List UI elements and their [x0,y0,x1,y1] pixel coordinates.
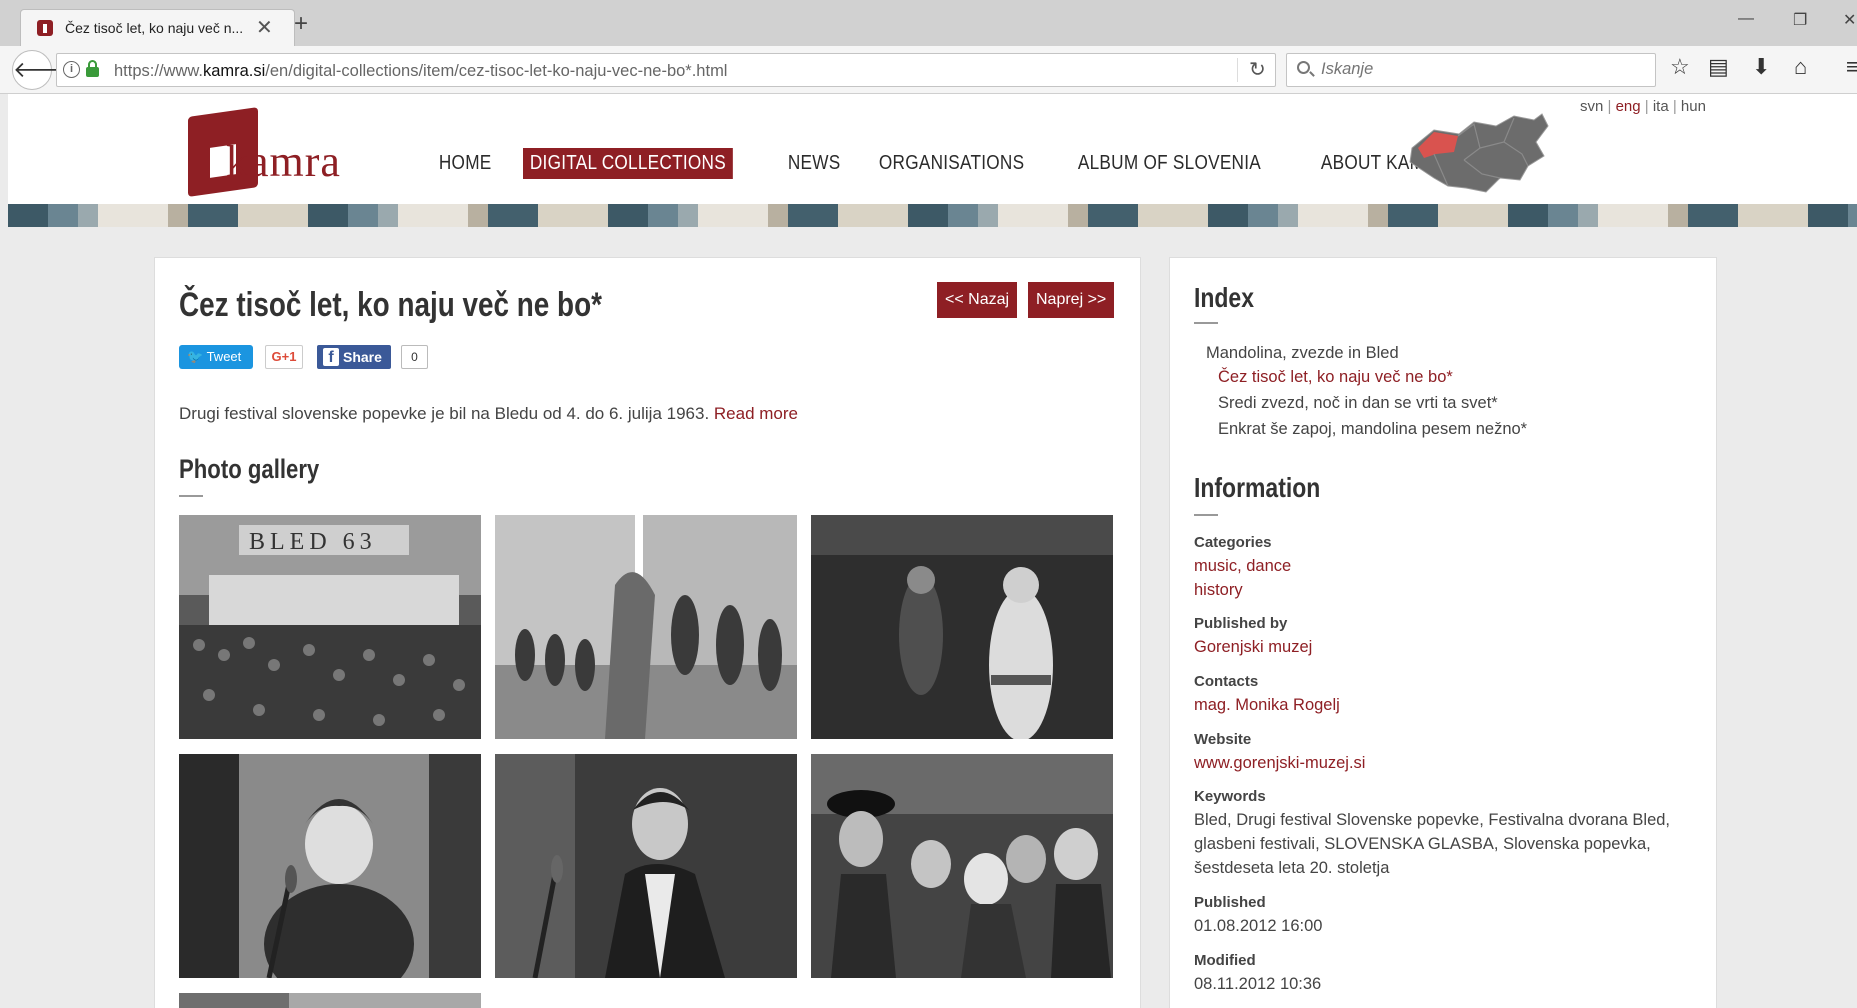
category-link[interactable]: history [1194,581,1243,600]
search-input[interactable] [1321,60,1641,79]
nav-home[interactable]: HOME [432,148,498,179]
website-link[interactable]: www.gorenjski-muzej.si [1194,754,1365,773]
main-navigation: HOME DIGITAL COLLECTIONS NEWS ORGANISATI… [432,148,1493,179]
published-date: 01.08.2012 16:00 [1194,917,1323,935]
lang-eng[interactable]: eng [1616,98,1641,115]
read-more-link[interactable]: Read more [714,404,798,423]
bookmark-star-icon[interactable]: ☆ [1670,56,1690,78]
kamra-favicon-icon [37,20,53,36]
previous-button[interactable]: << Nazaj [937,282,1018,318]
address-bar[interactable]: i https://www.kamra.si/en/digital-collec… [56,53,1276,87]
browser-toolbar: 🡐 i https://www.kamra.si/en/digital-coll… [0,46,1857,94]
modified-label: Modified [1194,952,1256,969]
intro-text: Drugi festival slovenske popevke je bil … [179,404,714,423]
bled-63-sign: BLED 63 [249,529,377,555]
index-item[interactable]: Sredi zvezd, noč in dan se vrti ta svet* [1218,394,1498,413]
index-item-current[interactable]: Čez tisoč let, ko naju več ne bo* [1218,368,1453,387]
lang-hun[interactable]: hun [1681,98,1706,115]
reload-icon[interactable]: ↻ [1249,57,1266,82]
categories-label: Categories [1194,534,1272,551]
nav-album-of-slovenia[interactable]: ALBUM OF SLOVENIA [1071,148,1268,179]
decorative-banner [8,204,1857,227]
heading-underline [179,495,203,497]
keywords-text: glasbeni festivali, SLOVENSKA GLASBA, Sl… [1194,835,1651,853]
tab-title: Čez tisoč let, ko naju več n... [65,20,244,36]
gallery-photo[interactable] [179,993,481,1008]
gallery-photo[interactable] [811,754,1113,978]
item-content-panel: Čez tisoč let, ko naju več ne bo* << Naz… [154,257,1141,1008]
tweet-button[interactable]: 🐦 Tweet [179,345,253,369]
facebook-share-button[interactable]: Share [317,345,391,369]
minimize-icon[interactable]: — [1738,10,1754,28]
gallery-photo[interactable] [179,754,481,978]
lang-svn[interactable]: svn [1580,98,1603,115]
heading-underline [1194,322,1218,324]
modified-date: 08.11.2012 10:36 [1194,975,1322,993]
keywords-text: Bled, Drugi festival Slovenske popevke, … [1194,811,1671,829]
language-switcher: svn | eng | ita | hun [1580,98,1706,115]
item-intro: Drugi festival slovenske popevke je bil … [179,404,798,424]
page-title: Čez tisoč let, ko naju več ne bo* [179,286,602,324]
url-divider [1237,58,1238,82]
keywords-label: Keywords [1194,788,1266,805]
logo-text: kamra [226,137,341,186]
gallery-heading: Photo gallery [179,454,320,484]
nav-organisations[interactable]: ORGANISATIONS [872,148,1031,179]
lock-icon [86,60,99,77]
publisher-link[interactable]: Gorenjski muzej [1194,638,1312,657]
information-heading: Information [1194,472,1321,503]
browser-tab[interactable]: Čez tisoč let, ko naju več n... ✕ [20,9,295,46]
download-icon[interactable]: ⬇ [1752,56,1770,78]
next-button[interactable]: Naprej >> [1028,282,1115,318]
search-icon [1297,61,1310,74]
menu-icon[interactable]: ≡ [1846,56,1857,78]
contacts-label: Contacts [1194,673,1259,690]
kamra-logo[interactable]: kamra [180,107,360,197]
restore-icon[interactable]: ❐ [1793,10,1807,30]
site-header: kamra HOME DIGITAL COLLECTIONS NEWS ORGA… [8,94,1857,204]
nav-news[interactable]: NEWS [781,148,847,179]
keywords-text: šestdeseta leta 20. stoletja [1194,859,1390,877]
lang-ita[interactable]: ita [1653,98,1669,115]
website-label: Website [1194,731,1252,748]
bookmarks-library-icon[interactable]: ▤ [1708,56,1729,78]
browser-search-box[interactable] [1286,53,1656,87]
gallery-photo[interactable] [495,754,797,978]
new-tab-icon[interactable]: + [294,12,308,36]
index-item[interactable]: Enkrat še zapoj, mandolina pesem nežno* [1218,420,1527,439]
home-icon[interactable]: ⌂ [1794,56,1807,78]
close-tab-icon[interactable]: ✕ [256,15,273,40]
tweet-label: Tweet [206,349,242,364]
published-label: Published [1194,894,1266,911]
info-icon[interactable]: i [63,61,80,78]
sidebar: Index Mandolina, zvezde in Bled Čez tiso… [1169,257,1717,1008]
slovenia-region-map[interactable] [1404,108,1554,198]
category-link[interactable]: music, dance [1194,557,1291,576]
heading-underline [1194,514,1218,516]
back-arrow-icon[interactable]: 🡐 [12,50,72,90]
index-parent-item[interactable]: Mandolina, zvezde in Bled [1206,344,1399,363]
gallery-photo[interactable] [495,515,797,739]
gallery-photo[interactable] [811,515,1113,739]
nav-digital-collections[interactable]: DIGITAL COLLECTIONS [523,148,734,179]
facebook-share-count: 0 [401,345,428,369]
index-heading: Index [1194,282,1254,313]
gallery-photo[interactable]: BLED 63 [179,515,481,739]
url-text[interactable]: https://www.kamra.si/en/digital-collecti… [114,62,727,81]
close-window-icon[interactable]: ✕ [1843,10,1856,30]
browser-tab-strip: Čez tisoč let, ko naju več n... ✕ + — ❐ … [0,0,1857,46]
published-by-label: Published by [1194,615,1288,632]
google-plus-button[interactable]: G+1 [265,345,303,369]
contact-link[interactable]: mag. Monika Rogelj [1194,696,1340,715]
